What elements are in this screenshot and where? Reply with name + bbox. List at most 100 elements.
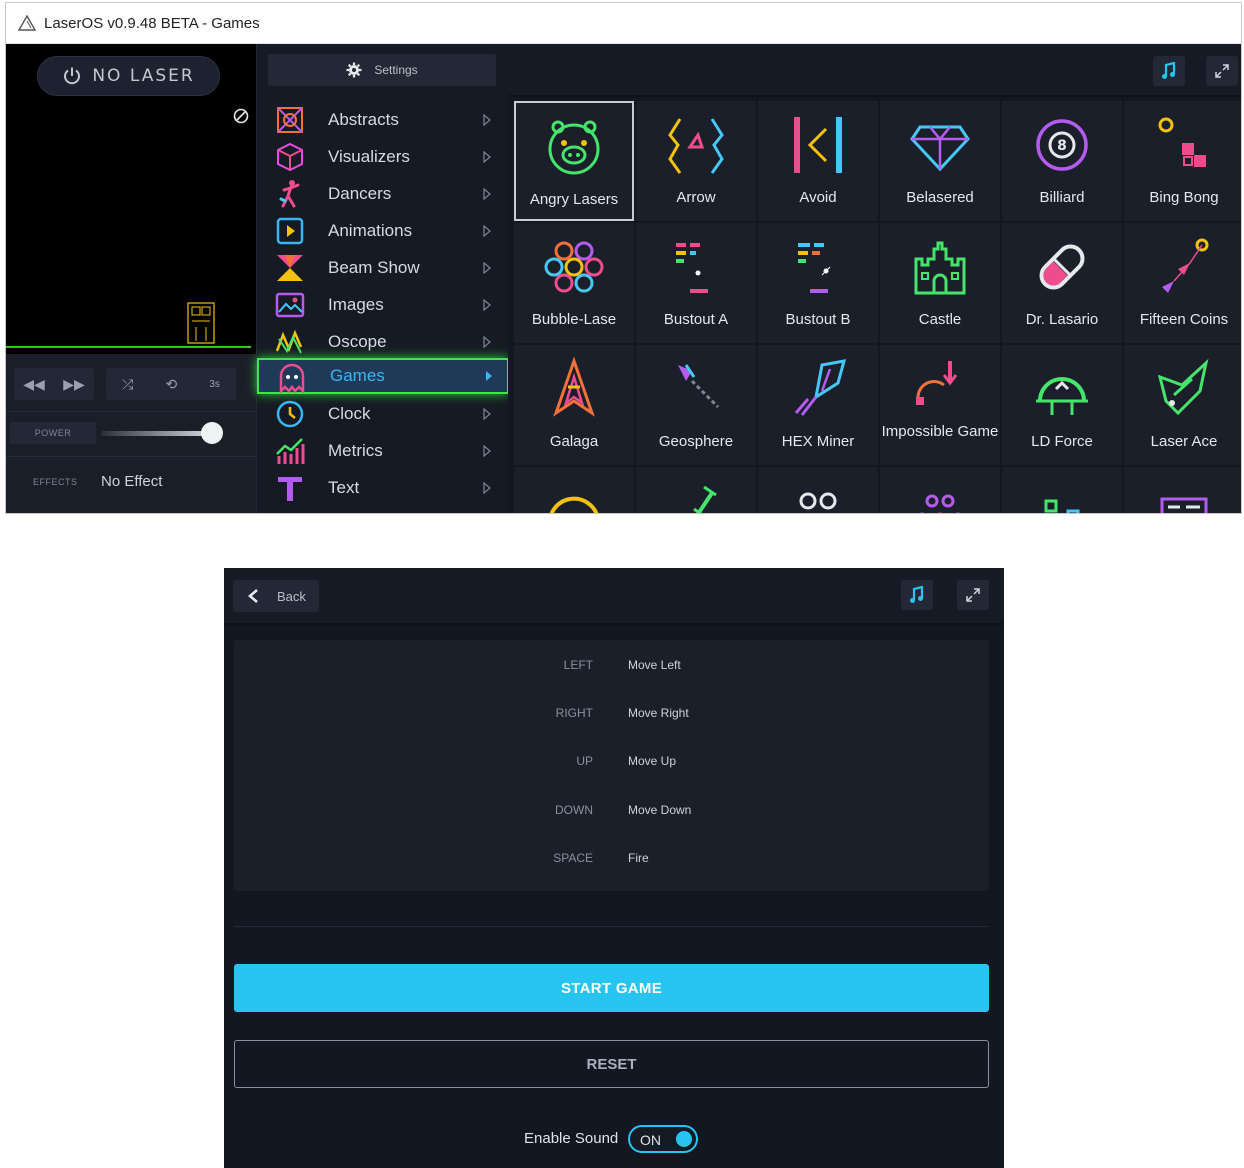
game-tile-label: Bustout A <box>663 311 729 328</box>
coins-icon <box>1162 238 1209 293</box>
game-tile-bustout-a[interactable]: Bustout A <box>636 223 756 343</box>
oscope-icon <box>275 329 303 354</box>
menu-item-text[interactable]: Text <box>257 470 509 506</box>
no-laser-label: NO LASER <box>92 66 195 86</box>
beam-show-icon <box>277 255 303 281</box>
gear-icon <box>346 62 362 78</box>
settings-button[interactable]: Settings <box>268 54 496 86</box>
game-tile-belasered[interactable]: Belasered <box>880 101 1000 221</box>
menu-item-label: Text <box>328 478 360 497</box>
game-tile-partial[interactable] <box>880 467 1000 513</box>
fullscreen-button[interactable] <box>957 580 989 610</box>
playback-mode-buttons: ⤮ ⟲ 3s <box>106 368 236 400</box>
game-tile-partial[interactable] <box>514 467 634 513</box>
back-button[interactable]: Back <box>233 580 319 612</box>
menu-item-beam-show[interactable]: Beam Show <box>257 250 509 286</box>
controls-table: LEFT Move Left RIGHT Move Right UP Move … <box>234 640 989 891</box>
effects-select[interactable]: No Effect <box>101 473 162 490</box>
chevron-right-icon <box>483 188 491 200</box>
menu-item-games[interactable]: Games <box>257 358 509 394</box>
control-row: UP Move Up <box>234 754 989 774</box>
game-tile-label: Fifteen Coins <box>1139 311 1229 328</box>
geosphere-icon <box>678 364 720 409</box>
grid-toolbar <box>508 44 1241 97</box>
game-tile-avoid[interactable]: Avoid <box>758 101 878 221</box>
previous-icon[interactable]: ◀◀ <box>23 376 45 393</box>
game-tile-dr-lasario[interactable]: Dr. Lasario <box>1002 223 1122 343</box>
shuffle-icon[interactable]: ⤮ <box>122 376 133 393</box>
chevron-right-icon <box>483 151 491 163</box>
menu-item-images[interactable]: Images <box>257 287 509 323</box>
game-tile-laser-ace[interactable]: Laser Ace <box>1124 345 1241 465</box>
music-button[interactable] <box>901 580 933 610</box>
game-tile-arrow[interactable]: Arrow <box>636 101 756 221</box>
menu-item-oscope[interactable]: Oscope <box>257 324 509 360</box>
blocks-icon <box>1044 499 1080 513</box>
control-key: SPACE <box>553 851 593 865</box>
reset-button[interactable]: RESET <box>234 1040 989 1088</box>
diamond-icon <box>910 125 970 172</box>
game-tile-label: Arrow <box>676 189 716 206</box>
category-menu: Settings Abstracts Visualizers Dancers A… <box>256 44 509 513</box>
game-tile-partial[interactable] <box>758 467 878 513</box>
no-laser-button[interactable]: NO LASER <box>37 56 220 96</box>
games-grid-area: Angry Lasers Arrow Avoid Belasered 8 Bil… <box>508 44 1241 513</box>
game-tile-hex-miner[interactable]: HEX Miner <box>758 345 878 465</box>
game-tile-geosphere[interactable]: Geosphere <box>636 345 756 465</box>
game-tile-galaga[interactable]: Galaga <box>514 345 634 465</box>
game-tile-bing-bong[interactable]: Bing Bong <box>1124 101 1241 221</box>
game-tile-label: Bing Bong <box>1149 189 1219 206</box>
blackout-icon[interactable] <box>233 108 249 124</box>
menu-item-clock[interactable]: Clock <box>257 396 509 432</box>
menu-item-abstracts[interactable]: Abstracts <box>257 102 509 138</box>
section-divider <box>234 926 989 927</box>
menu-item-visualizers[interactable]: Visualizers <box>257 139 509 175</box>
window-title: LaserOS v0.9.48 BETA - Games <box>44 14 260 32</box>
dancers-icon <box>279 180 300 208</box>
game-tile-label: Avoid <box>799 189 837 206</box>
game-tile-partial[interactable] <box>1124 467 1241 513</box>
chevron-right-icon <box>483 482 491 494</box>
start-game-button[interactable]: START GAME <box>234 964 989 1012</box>
control-action: Move Left <box>628 658 681 672</box>
speed-value[interactable]: 3s <box>209 379 220 390</box>
chevron-right-icon <box>483 225 491 237</box>
enable-sound-toggle[interactable]: ON <box>628 1125 698 1153</box>
game-tile-partial[interactable] <box>636 467 756 513</box>
game-tile-angry-lasers[interactable]: Angry Lasers <box>514 101 634 221</box>
menu-item-dancers[interactable]: Dancers <box>257 176 509 212</box>
control-action: Fire <box>628 851 649 865</box>
menu-item-animations[interactable]: Animations <box>257 213 509 249</box>
game-tile-billiard[interactable]: 8 Billiard <box>1002 101 1122 221</box>
game-tile-impossible-game[interactable]: Impossible Game <box>880 345 1000 465</box>
chevron-right-icon <box>483 299 491 311</box>
game-tile-label: LD Force <box>1031 433 1093 450</box>
game-tile-bustout-b[interactable]: Bustout B <box>758 223 878 343</box>
enable-sound-label: Enable Sound <box>524 1130 619 1147</box>
menu-item-metrics[interactable]: Metrics <box>257 433 509 469</box>
avoid-icon <box>794 117 842 173</box>
bustout-b-icon <box>798 243 831 293</box>
expand-icon <box>966 588 980 602</box>
game-tile-partial[interactable] <box>1002 467 1122 513</box>
preview-laser-drawing <box>187 302 215 344</box>
frog-icon <box>799 492 837 510</box>
repeat-icon[interactable]: ⟲ <box>165 376 177 393</box>
game-tile-fifteen-coins[interactable]: Fifteen Coins <box>1124 223 1241 343</box>
power-slider-track[interactable] <box>101 431 213 436</box>
skip-buttons: ◀◀ ▶▶ <box>14 368 94 400</box>
music-button[interactable] <box>1153 56 1185 86</box>
game-tile-bubble-lase[interactable]: Bubble-Lase <box>514 223 634 343</box>
svg-text:8: 8 <box>1057 138 1067 154</box>
menu-item-label: Games <box>330 366 385 385</box>
next-icon[interactable]: ▶▶ <box>63 376 85 393</box>
control-row: DOWN Move Down <box>234 803 989 823</box>
game-tile-castle[interactable]: Castle <box>880 223 1000 343</box>
game-tile-ld-force[interactable]: LD Force <box>1002 345 1122 465</box>
game-tile-label: Bustout B <box>785 311 851 328</box>
settings-label: Settings <box>374 63 418 77</box>
fullscreen-button[interactable] <box>1206 56 1238 86</box>
power-slider-handle[interactable] <box>201 422 223 444</box>
pill-icon <box>1039 244 1085 290</box>
control-row: LEFT Move Left <box>234 658 989 678</box>
